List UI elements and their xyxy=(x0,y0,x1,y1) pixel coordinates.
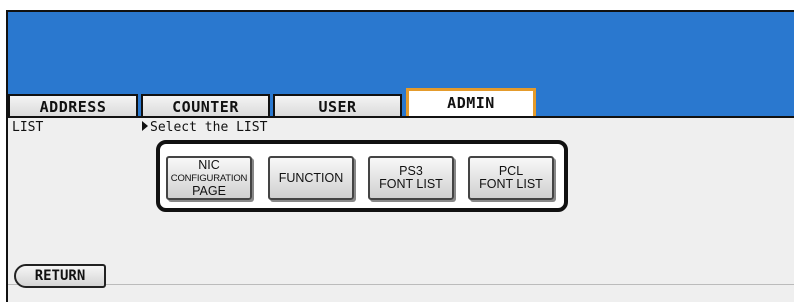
footer-divider xyxy=(8,284,794,285)
tab-admin[interactable]: ADMIN xyxy=(406,88,536,118)
function-label: FUNCTION xyxy=(278,170,344,185)
nic-configuration-page-button[interactable]: NIC CONFIGURATION PAGE xyxy=(166,156,252,200)
instruction-text: Select the LIST xyxy=(142,120,267,135)
tab-counter[interactable]: COUNTER xyxy=(141,94,270,118)
header-bar xyxy=(8,12,794,88)
ps3-line2: FONT LIST xyxy=(379,177,443,191)
play-arrow-icon xyxy=(142,121,148,131)
list-button-group: NIC CONFIGURATION PAGE FUNCTION PS3 FONT… xyxy=(156,140,568,212)
tab-strip: ADDRESS COUNTER USER ADMIN xyxy=(8,88,794,118)
screen-frame: ADDRESS COUNTER USER ADMIN LIST Select t… xyxy=(6,10,794,302)
instruction-label: Select the LIST xyxy=(150,120,268,135)
return-button[interactable]: RETURN xyxy=(14,264,106,288)
tab-user[interactable]: USER xyxy=(273,94,402,118)
tab-underline xyxy=(8,116,794,118)
nic-line1: NIC xyxy=(198,157,220,172)
ps3-font-list-button[interactable]: PS3 FONT LIST xyxy=(368,156,454,200)
pcl-font-list-button[interactable]: PCL FONT LIST xyxy=(468,156,554,200)
nic-line2: CONFIGURATION xyxy=(170,172,248,184)
tab-address[interactable]: ADDRESS xyxy=(8,94,138,118)
nic-line3: PAGE xyxy=(192,183,226,198)
section-label: LIST xyxy=(12,120,44,135)
function-button[interactable]: FUNCTION xyxy=(268,156,354,200)
pcl-line2: FONT LIST xyxy=(479,177,543,191)
